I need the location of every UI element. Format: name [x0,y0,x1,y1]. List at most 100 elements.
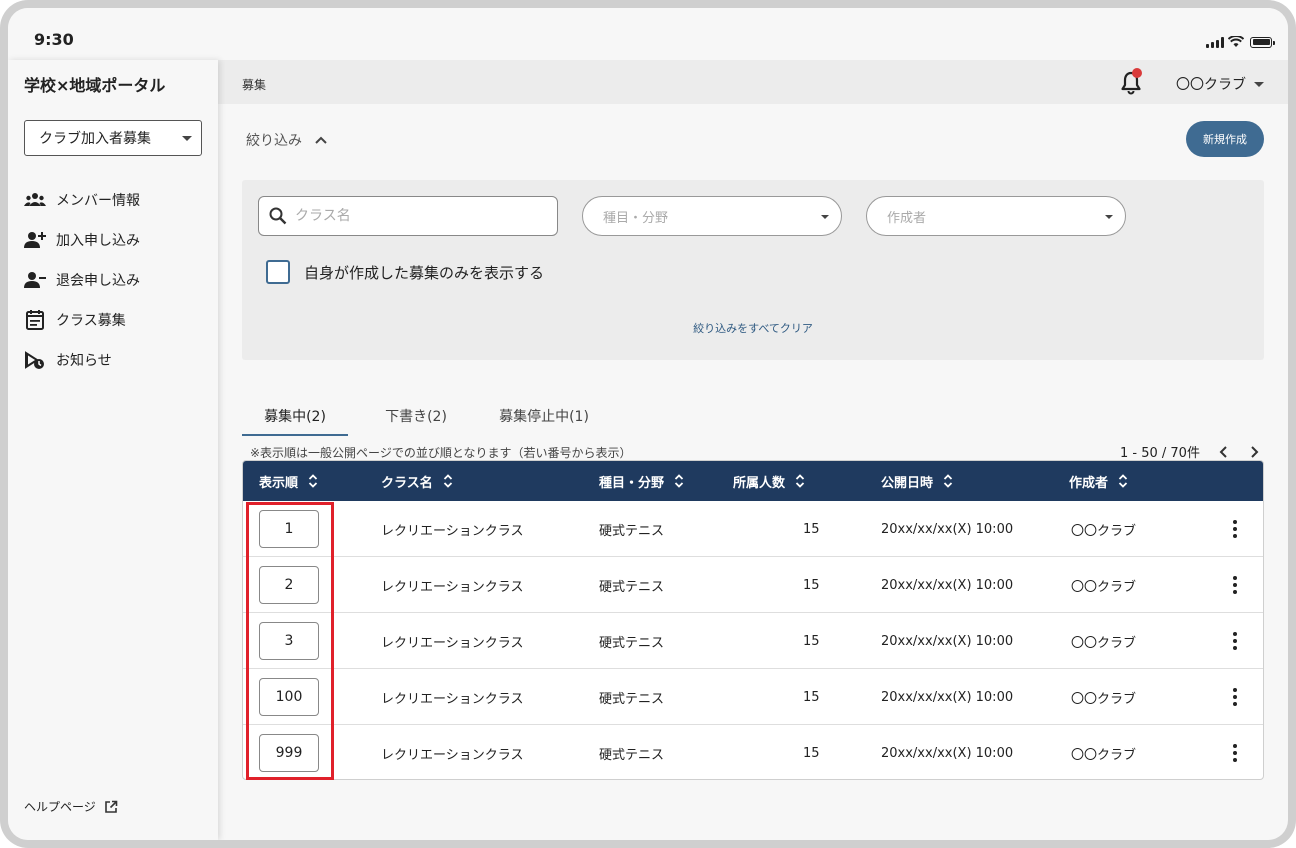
column-header-label: 表示順 [259,475,299,491]
cell-class-name: レクリエーションクラス [381,635,524,651]
battery-icon [1250,36,1275,48]
recruit-table: 表示順 クラス名 種目・分野 所属人数 公開日時 作成者 1 レクリエーションク… [242,460,1264,780]
tab-stopped[interactable]: 募集停止中(1) [484,396,604,436]
column-publish-date[interactable]: 公開日時 [881,461,953,501]
own-only-checkbox[interactable] [266,260,290,284]
cell-category: 硬式テニス [599,691,665,707]
pagination: 1 - 50 / 70件 [1120,442,1260,461]
more-options-icon[interactable] [1233,520,1237,538]
caret-down-icon [182,136,192,141]
sidebar-item-label: 退会申し込み [56,273,140,289]
person-remove-icon [24,272,46,288]
cell-author: 〇〇クラブ [1071,691,1137,707]
author-select[interactable]: 作成者 [866,196,1126,236]
cell-author: 〇〇クラブ [1071,523,1137,539]
cell-publish-date: 20xx/xx/xx(X) 10:00 [881,745,1014,761]
caret-down-icon [1105,215,1113,219]
sidebar-item-label: お知らせ [56,353,112,369]
column-header-label: 種目・分野 [599,475,665,491]
breadcrumb: 募集 [242,78,267,92]
help-link[interactable]: ヘルプページ [24,798,118,815]
sidebar-item-label: クラス募集 [56,313,126,329]
column-header-label: 所属人数 [733,475,786,491]
table-row: 1 レクリエーションクラス 硬式テニス 15 20xx/xx/xx(X) 10:… [243,501,1263,557]
wifi-icon [1228,36,1244,47]
own-only-checkbox-row[interactable]: 自身が作成した募集のみを表示する [266,260,544,284]
announcement-icon [25,351,44,369]
column-header-label: クラス名 [381,475,433,491]
column-category[interactable]: 種目・分野 [599,461,684,501]
column-order[interactable]: 表示順 [259,461,318,501]
chevron-up-icon [315,136,327,144]
sidebar-item-label: メンバー情報 [56,193,140,209]
calendar-icon [26,310,44,330]
order-note: ※表示順は一般公開ページでの並び順となります（若い番号から表示） [250,446,632,460]
sidebar-item-withdraw[interactable]: 退会申し込み [24,260,140,300]
screen: 9:30 学校×地域ポータル クラブ加入者募集 メンバー情報 加入申し込み 退会… [8,8,1288,840]
status-time: 9:30 [34,30,74,49]
search-icon [269,207,287,225]
cell-publish-date: 20xx/xx/xx(X) 10:00 [881,577,1014,593]
sort-icon [943,474,953,488]
tab-recruiting[interactable]: 募集中(2) [242,396,348,436]
sidebar: 学校×地域ポータル クラブ加入者募集 メンバー情報 加入申し込み 退会申し込み … [8,60,218,840]
cell-author: 〇〇クラブ [1071,579,1137,595]
more-options-icon[interactable] [1233,688,1237,706]
caret-down-icon [1254,81,1264,87]
cell-category: 硬式テニス [599,747,665,763]
user-name: 〇〇クラブ [1176,77,1246,93]
filter-panel: 種目・分野 作成者 自身が作成した募集のみを表示する 絞り込みをすべてクリア [242,180,1264,360]
chevron-right-icon[interactable] [1248,445,1260,459]
table-row: 2 レクリエーションクラス 硬式テニス 15 20xx/xx/xx(X) 10:… [243,557,1263,613]
more-options-icon[interactable] [1233,744,1237,762]
sort-icon [308,474,318,488]
club-select[interactable]: クラブ加入者募集 [24,120,202,156]
cell-publish-date: 20xx/xx/xx(X) 10:00 [881,633,1014,649]
notification-badge [1132,68,1142,78]
sort-icon [1118,474,1128,488]
cell-category: 硬式テニス [599,635,665,651]
cell-publish-date: 20xx/xx/xx(X) 10:00 [881,689,1014,705]
search-box[interactable] [258,196,558,236]
cell-members: 15 [803,521,820,537]
table-row: 999 レクリエーションクラス 硬式テニス 15 20xx/xx/xx(X) 1… [243,725,1263,779]
sidebar-item-class-recruit[interactable]: クラス募集 [24,300,140,340]
cell-author: 〇〇クラブ [1071,635,1137,651]
column-header-label: 公開日時 [881,475,934,491]
order-column-highlight [246,502,334,780]
status-icons [1206,36,1275,48]
cell-class-name: レクリエーションクラス [381,691,524,707]
category-select[interactable]: 種目・分野 [582,196,842,236]
column-author[interactable]: 作成者 [1069,461,1128,501]
new-button[interactable]: 新規作成 [1186,121,1264,157]
column-members[interactable]: 所属人数 [733,461,805,501]
members-icon [24,193,46,206]
chevron-left-icon[interactable] [1218,445,1230,459]
sort-icon [674,474,684,488]
cell-class-name: レクリエーションクラス [381,579,524,595]
user-menu[interactable]: 〇〇クラブ [1176,74,1264,94]
more-options-icon[interactable] [1233,632,1237,650]
signal-icon [1206,36,1224,48]
device-frame: 9:30 学校×地域ポータル クラブ加入者募集 メンバー情報 加入申し込み 退会… [0,0,1296,848]
filter-toggle[interactable]: 絞り込み [246,130,328,150]
search-input[interactable] [295,208,535,224]
sidebar-item-join[interactable]: 加入申し込み [24,220,140,260]
table-row: 100 レクリエーションクラス 硬式テニス 15 20xx/xx/xx(X) 1… [243,669,1263,725]
clear-filters-link[interactable]: 絞り込みをすべてクリア [242,320,1264,336]
sidebar-item-members[interactable]: メンバー情報 [24,180,140,220]
sidebar-item-notice[interactable]: お知らせ [24,340,140,380]
cell-author: 〇〇クラブ [1071,747,1137,763]
category-placeholder: 種目・分野 [603,210,669,226]
filter-toggle-label: 絞り込み [246,133,302,149]
tab-drafts[interactable]: 下書き(2) [348,396,484,436]
sidebar-nav: メンバー情報 加入申し込み 退会申し込み クラス募集 お知らせ [24,180,140,380]
column-class-name[interactable]: クラス名 [381,461,453,501]
cell-class-name: レクリエーションクラス [381,747,524,763]
top-bar: 募集 〇〇クラブ [218,60,1288,104]
more-options-icon[interactable] [1233,576,1237,594]
status-bar: 9:30 [8,8,1288,60]
own-only-label: 自身が作成した募集のみを表示する [304,263,545,282]
cell-publish-date: 20xx/xx/xx(X) 10:00 [881,521,1014,537]
cell-members: 15 [803,689,820,705]
